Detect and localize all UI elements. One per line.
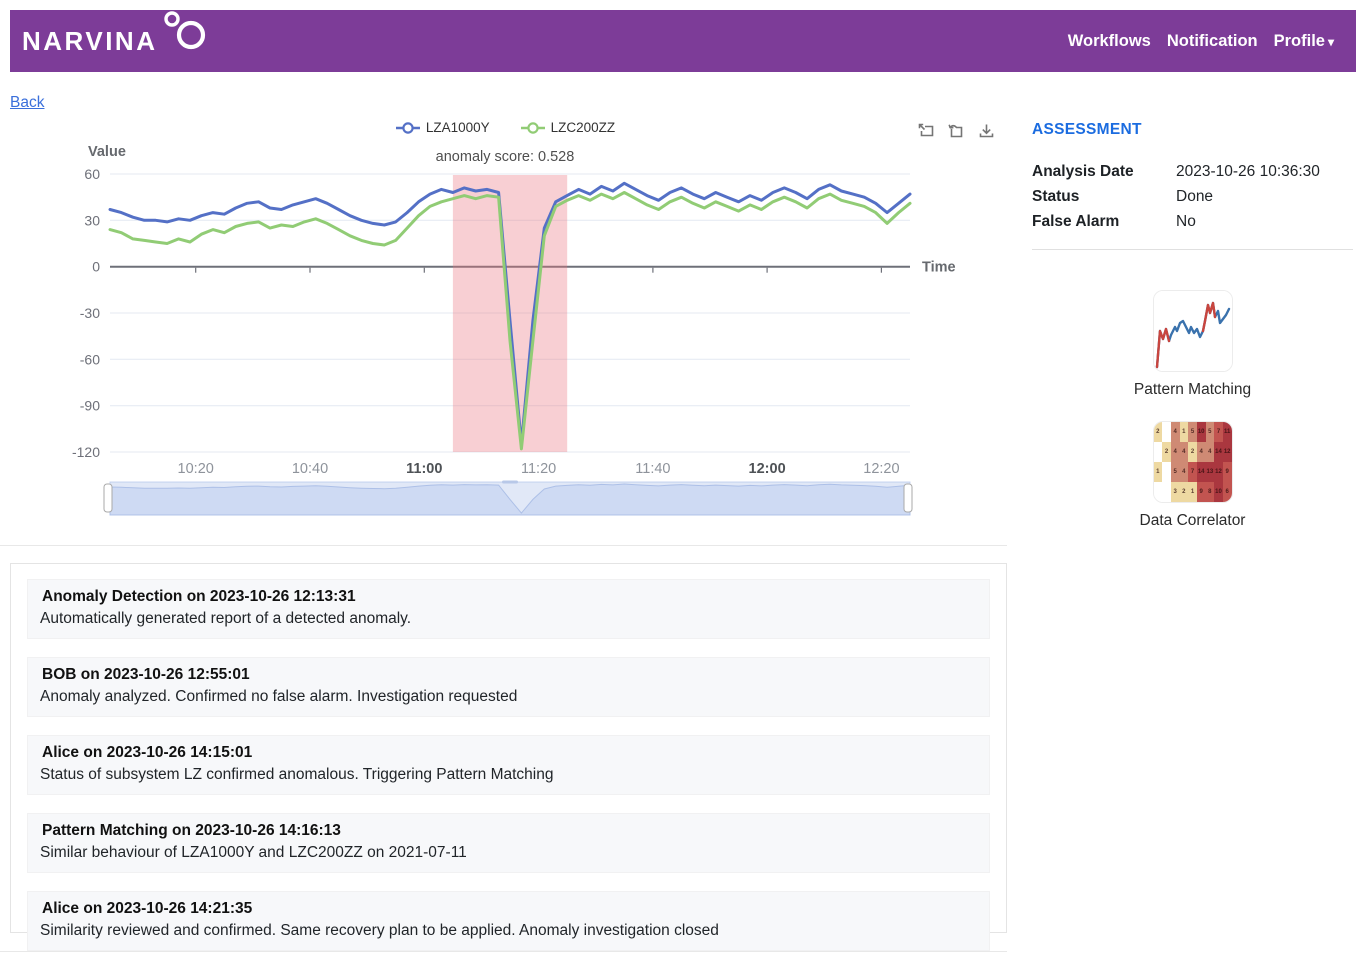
status-value: Done xyxy=(1176,184,1353,209)
tool-pattern-matching: Pattern Matching xyxy=(1032,290,1353,399)
section-divider xyxy=(0,545,1007,546)
svg-text:11:00: 11:00 xyxy=(406,461,442,477)
nav-workflows[interactable]: Workflows xyxy=(1068,32,1151,51)
comments-panel: Anomaly Detection on 2023-10-26 12:13:31… xyxy=(10,563,1007,933)
nav-notification[interactable]: Notification xyxy=(1167,32,1258,51)
comment-title: Alice on 2023-10-26 14:21:35 xyxy=(40,900,977,918)
pattern-matching-thumbnail[interactable] xyxy=(1153,290,1233,372)
svg-text:10:40: 10:40 xyxy=(292,461,328,477)
save-image-icon[interactable] xyxy=(977,122,996,141)
legend-label: LZA1000Y xyxy=(426,120,490,135)
tool-data-correlator: 241510571124424414121547141312932198106 … xyxy=(1032,421,1353,530)
datazoom-handle xyxy=(104,484,112,512)
svg-text:-90: -90 xyxy=(80,398,100,414)
svg-text:10:20: 10:20 xyxy=(178,461,214,477)
legend-item-lzc200zz[interactable]: LZC200ZZ xyxy=(520,120,616,135)
legend-label: LZC200ZZ xyxy=(551,120,616,135)
brand-logo: NARVINA xyxy=(22,26,208,57)
legend-item-lza1000y[interactable]: LZA1000Y xyxy=(395,120,490,135)
assessment-title: ASSESSMENT xyxy=(1032,121,1353,139)
pattern-matching-label: Pattern Matching xyxy=(1032,381,1353,399)
back-link[interactable]: Back xyxy=(10,94,44,112)
comment-body: Automatically generated report of a dete… xyxy=(40,610,977,628)
comment-title: BOB on 2023-10-26 12:55:01 xyxy=(40,666,977,684)
comment-entry: Anomaly Detection on 2023-10-26 12:13:31… xyxy=(27,579,990,639)
logo-circles-icon xyxy=(160,8,208,52)
area-zoom-icon[interactable] xyxy=(917,122,936,141)
anomaly-chart-section: 60300-30-60-90-120ValueTime10:2010:4011:… xyxy=(0,113,1010,527)
svg-text:-60: -60 xyxy=(80,351,100,367)
comment-body: Status of subsystem LZ confirmed anomalo… xyxy=(40,766,977,784)
app-header: NARVINA Workflows Notification Profile▾ xyxy=(10,10,1356,72)
assessment-panel: ASSESSMENT Analysis Date 2023-10-26 10:3… xyxy=(1032,113,1353,530)
status-label: Status xyxy=(1032,184,1176,209)
svg-text:Time: Time xyxy=(922,260,956,276)
comment-title: Alice on 2023-10-26 14:15:01 xyxy=(40,744,977,762)
chevron-down-icon: ▾ xyxy=(1328,35,1334,49)
false-alarm-label: False Alarm xyxy=(1032,209,1176,234)
page: NARVINA Workflows Notification Profile▾ … xyxy=(0,0,1366,960)
page-bottom-divider xyxy=(0,951,1007,952)
brand-name: NARVINA xyxy=(22,26,157,57)
nav-profile-menu[interactable]: Profile▾ xyxy=(1274,32,1334,51)
comment-body: Similar behaviour of LZA1000Y and LZC200… xyxy=(40,844,977,862)
svg-text:60: 60 xyxy=(84,166,100,182)
timeseries-chart[interactable]: 60300-30-60-90-120ValueTime10:2010:4011:… xyxy=(0,113,1010,527)
correlation-heatmap: 241510571124424414121547141312932198106 xyxy=(1154,422,1232,502)
comment-title: Anomaly Detection on 2023-10-26 12:13:31 xyxy=(40,588,977,606)
nav-profile-label: Profile xyxy=(1274,32,1325,50)
comment-entry: Pattern Matching on 2023-10-26 14:16:13 … xyxy=(27,813,990,873)
assessment-row: False Alarm No xyxy=(1032,209,1353,234)
chart-legend: LZA1000Y LZC200ZZ xyxy=(0,120,1010,135)
comment-body: Similarity reviewed and confirmed. Same … xyxy=(40,922,977,940)
restore-icon[interactable] xyxy=(947,122,966,141)
svg-text:-30: -30 xyxy=(80,305,100,321)
header-nav: Workflows Notification Profile▾ xyxy=(1068,32,1334,51)
svg-text:0: 0 xyxy=(92,259,100,275)
analysis-date-value: 2023-10-26 10:36:30 xyxy=(1176,159,1353,184)
comment-body: Anomaly analyzed. Confirmed no false ala… xyxy=(40,688,977,706)
comment-entry: Alice on 2023-10-26 14:21:35 Similarity … xyxy=(27,891,990,951)
assessment-row: Status Done xyxy=(1032,184,1353,209)
data-correlator-thumbnail[interactable]: 241510571124424414121547141312932198106 xyxy=(1153,421,1233,503)
anomaly-score-text: anomaly score: 0.528 xyxy=(0,149,1010,165)
assessment-row: Analysis Date 2023-10-26 10:36:30 xyxy=(1032,159,1353,184)
svg-text:11:20: 11:20 xyxy=(521,461,556,477)
comment-entry: BOB on 2023-10-26 12:55:01 Anomaly analy… xyxy=(27,657,990,717)
svg-text:30: 30 xyxy=(84,212,100,228)
comment-entry: Alice on 2023-10-26 14:15:01 Status of s… xyxy=(27,735,990,795)
svg-text:12:20: 12:20 xyxy=(863,461,899,477)
svg-text:12:00: 12:00 xyxy=(749,461,786,477)
assessment-divider xyxy=(1032,249,1353,250)
svg-text:-120: -120 xyxy=(72,444,100,460)
data-correlator-label: Data Correlator xyxy=(1032,512,1353,530)
legend-marker-icon xyxy=(520,121,546,135)
datazoom-handle xyxy=(904,484,912,512)
false-alarm-value: No xyxy=(1176,209,1353,234)
analysis-date-label: Analysis Date xyxy=(1032,159,1176,184)
svg-text:11:40: 11:40 xyxy=(635,461,670,477)
legend-marker-icon xyxy=(395,121,421,135)
comment-title: Pattern Matching on 2023-10-26 14:16:13 xyxy=(40,822,977,840)
chart-toolbox xyxy=(917,122,996,141)
